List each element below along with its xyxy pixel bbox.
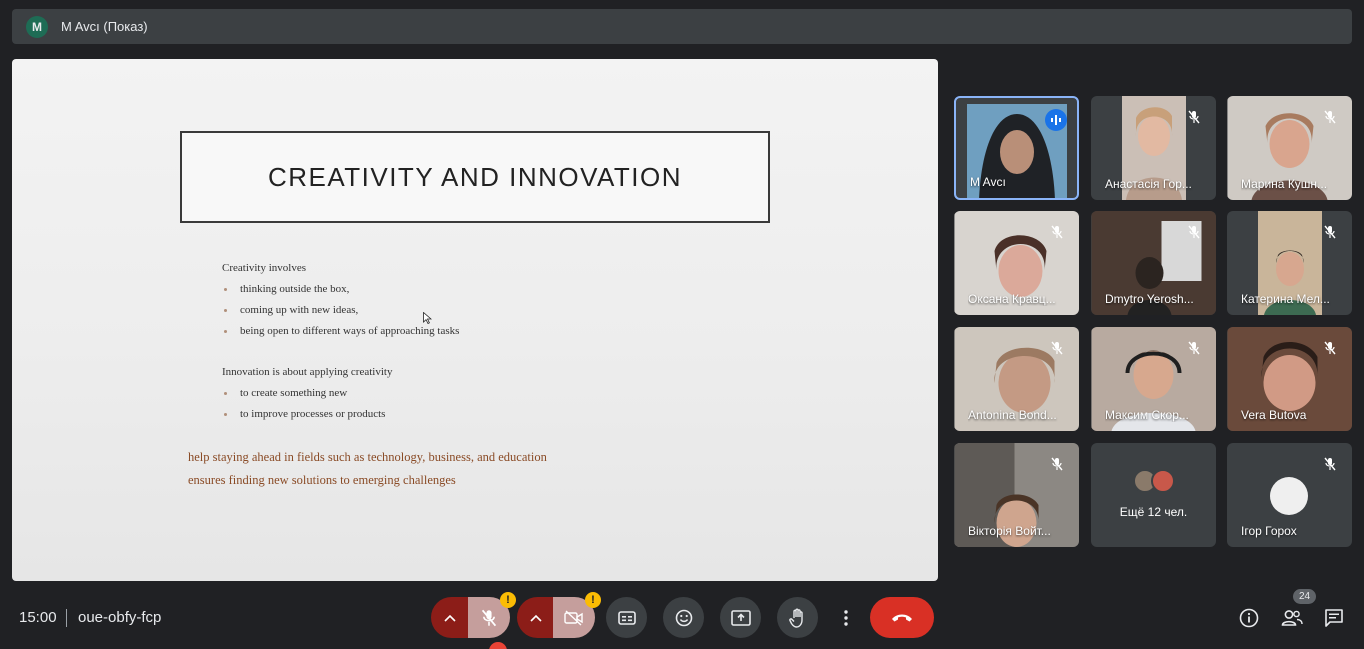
participant-tile[interactable]: Vera Butova: [1227, 327, 1352, 431]
participant-name: Марина Кушн...: [1241, 177, 1328, 191]
bullet-item: to improve processes or products: [222, 408, 392, 429]
mini-avatar: [1150, 469, 1175, 493]
warning-badge: !: [585, 592, 601, 608]
people-icon: [1281, 610, 1303, 626]
mic-off-icon: [1047, 454, 1067, 474]
presenter-avatar: M: [26, 15, 48, 38]
participant-name: Максим Скор...: [1105, 408, 1189, 422]
chat-button[interactable]: [1322, 606, 1346, 630]
mic-options-button[interactable]: [431, 597, 469, 638]
camera-toggle-button[interactable]: !: [553, 592, 601, 638]
meeting-clock: 15:00: [19, 609, 57, 626]
participant-name: Оксана Кравц...: [968, 292, 1056, 306]
participant-name: Dmytro Yerosh...: [1105, 292, 1194, 306]
participant-tile[interactable]: Вікторія Войт...: [954, 443, 1079, 547]
camera-off-icon: [564, 609, 583, 626]
meeting-code: oue-obfy-fcp: [78, 609, 162, 626]
people-count-badge: 24: [1293, 589, 1316, 604]
mic-off-icon: [481, 609, 497, 626]
participant-name: Катерина Мел...: [1241, 292, 1330, 306]
info-icon: [1239, 608, 1259, 628]
presenter-bar: M M Avcı (Показ): [12, 9, 1352, 44]
mic-off-icon: [1047, 222, 1067, 242]
participant-name: Вікторія Войт...: [968, 524, 1051, 538]
more-participants-tile[interactable]: Ещё 12 чел.: [1091, 443, 1216, 547]
participant-name: Анастасія Гор...: [1105, 177, 1192, 191]
reactions-button[interactable]: [663, 597, 704, 638]
speaking-indicator-icon: [1045, 109, 1067, 131]
raise-hand-button[interactable]: [777, 597, 818, 638]
participant-tile[interactable]: Катерина Мел...: [1227, 211, 1352, 315]
captions-button[interactable]: [606, 597, 647, 638]
mic-toggle-button[interactable]: !: [468, 592, 516, 638]
recording-dot: [489, 642, 507, 649]
people-button[interactable]: [1280, 606, 1304, 630]
mic-off-icon: [1184, 338, 1204, 358]
participant-name: Vera Butova: [1241, 408, 1307, 422]
hand-icon: [788, 607, 803, 628]
participant-tile[interactable]: Марина Кушн...: [1227, 96, 1352, 200]
slide-note: ensures finding new solutions to emergin…: [188, 473, 456, 487]
participant-name: M Avcı: [970, 175, 1006, 189]
presentation-slide: CREATIVITY AND INNOVATION Creativity inv…: [12, 59, 938, 581]
chat-icon: [1325, 609, 1343, 627]
mic-off-icon: [1047, 338, 1067, 358]
section-heading: Innovation is about applying creativity: [222, 366, 393, 378]
present-button[interactable]: [720, 597, 761, 638]
mouse-cursor-icon: [423, 312, 432, 324]
slide-section-creativity: Creativity involves thinking outside the…: [222, 262, 459, 346]
slide-title-box: CREATIVITY AND INNOVATION: [180, 131, 770, 223]
section-heading: Creativity involves: [222, 262, 307, 274]
participant-tile[interactable]: Antonina Bond...: [954, 327, 1079, 431]
chevron-up-icon: [530, 614, 542, 622]
mic-off-icon: [1320, 338, 1340, 358]
more-options-button[interactable]: [835, 597, 857, 638]
mic-off-icon: [1184, 107, 1204, 127]
participant-tile[interactable]: Dmytro Yerosh...: [1091, 211, 1216, 315]
slide-title: CREATIVITY AND INNOVATION: [267, 161, 683, 192]
mic-off-icon: [1184, 222, 1204, 242]
avatar: [1270, 477, 1308, 515]
participant-tile[interactable]: Оксана Кравц...: [954, 211, 1079, 315]
more-participants-label: Ещё 12 чел.: [1119, 505, 1188, 519]
captions-icon: [617, 610, 636, 625]
present-screen-icon: [730, 609, 751, 626]
meeting-info-button[interactable]: [1237, 606, 1261, 630]
participant-tile[interactable]: Анастасія Гор...: [1091, 96, 1216, 200]
bullet-item: to create something new: [222, 387, 392, 408]
slide-section-innovation: Innovation is about applying creativity …: [222, 366, 392, 429]
camera-options-button[interactable]: [517, 597, 555, 638]
end-call-icon: [892, 614, 912, 621]
chevron-up-icon: [444, 614, 456, 622]
mic-off-icon: [1320, 222, 1340, 242]
participant-name: Ігор Горох: [1241, 524, 1297, 538]
more-vert-icon: [844, 609, 848, 626]
mic-off-icon: [1320, 107, 1340, 127]
participant-name: Antonina Bond...: [968, 408, 1057, 422]
emoji-icon: [675, 609, 692, 626]
participant-tile[interactable]: Ігор Горох: [1227, 443, 1352, 547]
mic-off-icon: [1320, 454, 1340, 474]
participant-tile[interactable]: M Avcı: [954, 96, 1079, 200]
presenter-title: M Avcı (Показ): [61, 19, 148, 34]
divider: [66, 609, 67, 627]
bullet-item: being open to different ways of approach…: [222, 325, 459, 346]
participant-tile[interactable]: Максим Скор...: [1091, 327, 1216, 431]
leave-call-button[interactable]: [870, 597, 934, 638]
warning-badge: !: [500, 592, 516, 608]
bullet-item: thinking outside the box,: [222, 283, 459, 304]
more-participants-avatars: [1132, 469, 1175, 493]
slide-note: help staying ahead in fields such as tec…: [188, 450, 547, 464]
